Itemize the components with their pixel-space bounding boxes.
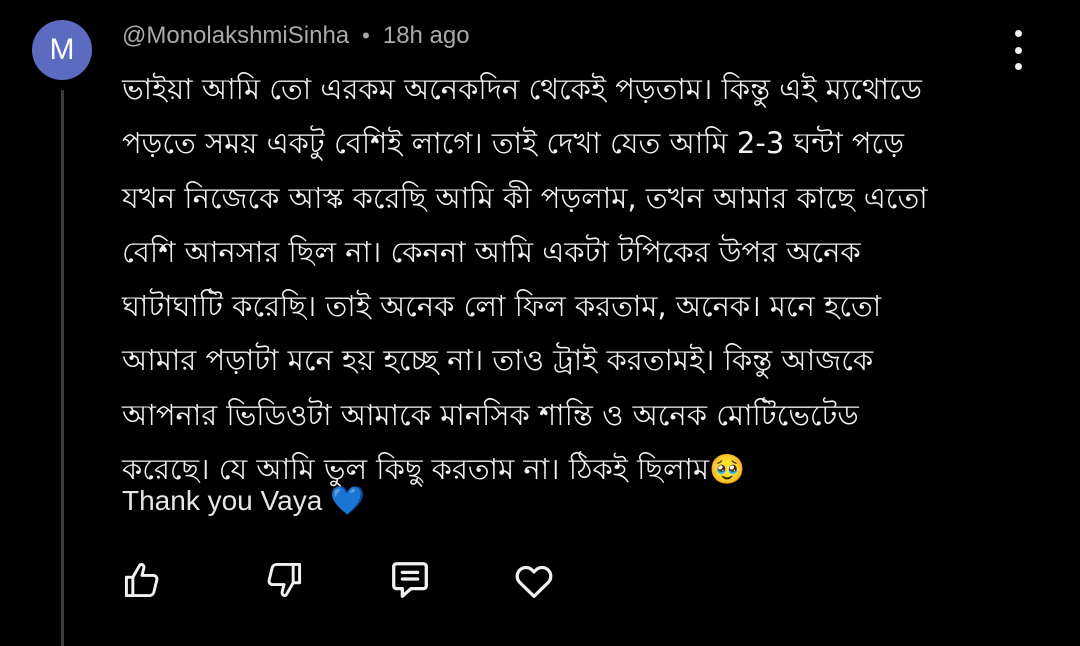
dislike-icon — [267, 562, 302, 597]
reply-button[interactable] — [386, 556, 434, 604]
heart-button[interactable] — [510, 556, 558, 604]
comment-meta: @MonolakshmiSinha • 18h ago — [122, 22, 470, 50]
comment-line: আপনার ভিডিওটা আমাকে মানসিক শান্তি ও অনেক… — [122, 397, 859, 432]
comment-thanks-line: Thank you Vaya 💙 — [122, 485, 365, 516]
comment-line: পড়তে সময় একটু বেশিই লাগে। তাই দেখা যেত… — [122, 126, 904, 161]
comment-line: ঘাটাঘাটি করেছি। তাই অনেক লো ফিল করতাম, অ… — [122, 289, 882, 324]
comment-time[interactable]: 18h ago — [383, 22, 470, 50]
like-button[interactable] — [118, 556, 166, 604]
dislike-button[interactable] — [260, 556, 308, 604]
reply-icon — [392, 562, 428, 598]
comment-actions — [118, 556, 558, 604]
avatar[interactable]: M — [32, 20, 92, 80]
comment-line: যখন নিজেকে আস্ক করেছি আমি কী পড়লাম, তখন… — [122, 180, 928, 215]
like-icon — [124, 563, 159, 598]
heart-icon — [515, 565, 553, 598]
thread-line — [61, 90, 64, 646]
comment-line: ভাইয়া আমি তো এরকম অনেকদিন থেকেই পড়তাম।… — [122, 72, 923, 106]
comment-line: বেশি আনসার ছিল না। কেননা আমি একটা টপিকের… — [122, 234, 861, 269]
author-name[interactable]: @MonolakshmiSinha — [122, 22, 349, 50]
meta-separator: • — [362, 23, 370, 48]
avatar-initial: M — [49, 33, 75, 66]
comment-body: ভাইয়া আমি তো এরকম অনেকদিন থেকেই পড়তাম।… — [122, 62, 1042, 496]
comment-line: আমার পড়াটা মনে হয় হচ্ছে না। তাও ট্রাই … — [122, 343, 874, 378]
